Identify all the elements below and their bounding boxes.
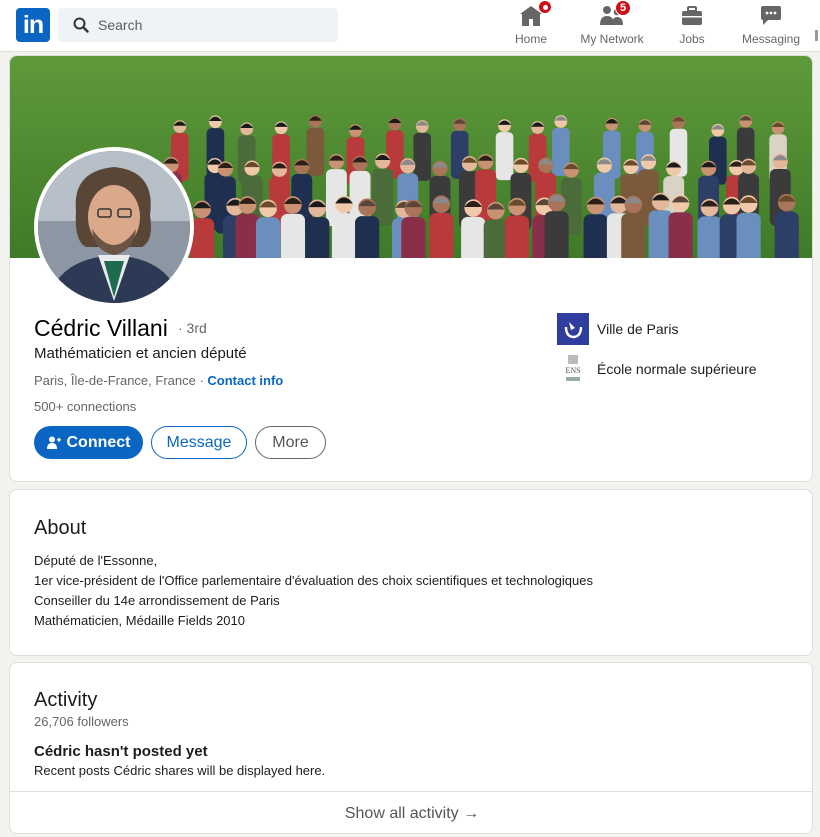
org-ens-name: École normale supérieure (597, 361, 757, 377)
no-posts-subtitle: Recent posts Cédric shares will be displ… (34, 763, 326, 778)
org-ville-de-paris[interactable]: Ville de Paris (557, 313, 678, 345)
briefcase-icon (679, 4, 705, 28)
followers-count: 26,706 followers (34, 714, 129, 729)
connect-label: Connect (66, 433, 131, 451)
nav-home-label: Home (514, 32, 547, 46)
activity-title: Activity (34, 689, 98, 711)
svg-text:ENS: ENS (565, 366, 580, 375)
search-input[interactable] (98, 17, 318, 33)
about-text: Député de l'Essonne, 1er vice-président … (34, 551, 593, 631)
profile-headline: Mathématicien et ancien député (34, 345, 247, 362)
nav-messaging-label: Messaging (741, 32, 801, 46)
location-separator: · (195, 373, 208, 388)
no-posts-title: Cédric hasn't posted yet (34, 743, 208, 760)
show-all-activity-button[interactable]: Show all activity → (10, 791, 812, 833)
profile-name: Cédric Villani (34, 315, 168, 341)
about-line: Mathématicien, Médaille Fields 2010 (34, 613, 245, 628)
about-line: Conseiller du 14e arrondissement de Pari… (34, 593, 280, 608)
about-card: About Député de l'Essonne, 1er vice-prés… (9, 489, 813, 656)
activity-card: Activity 26,706 followers Cédric hasn't … (9, 662, 813, 834)
about-title: About (34, 517, 87, 539)
profile-avatar[interactable] (34, 147, 194, 307)
nav-jobs[interactable]: Jobs (672, 4, 712, 48)
org-ville-de-paris-name: Ville de Paris (597, 321, 679, 337)
about-line: Député de l'Essonne, (34, 553, 158, 568)
more-button[interactable]: More (255, 426, 326, 459)
linkedin-logo[interactable]: in (16, 8, 50, 42)
connections-count: 500+ connections (34, 399, 137, 414)
nav-messaging[interactable]: Messaging (738, 4, 804, 48)
contact-info-link[interactable]: Contact info (207, 373, 283, 388)
profile-card: Cédric Villani · 3rd Mathématicien et an… (9, 55, 813, 482)
connect-button[interactable]: Connect (34, 426, 143, 459)
profile-location: Paris, Île-de-France, France (34, 373, 196, 388)
ens-logo: ENS (557, 353, 589, 385)
connection-degree: · 3rd (178, 320, 207, 336)
network-badge: 5 (615, 0, 631, 16)
nav-my-network[interactable]: 5 My Network (574, 0, 650, 48)
global-nav: in Home 5 My Network Jobs Messaging (0, 0, 820, 52)
org-ens[interactable]: ENS École normale supérieure (557, 353, 757, 385)
profile-location-row: Paris, Île-de-France, France · Contact i… (34, 373, 283, 388)
notification-dot (538, 0, 552, 14)
messaging-icon (758, 4, 784, 28)
search-box[interactable] (58, 8, 338, 42)
nav-my-network-label: My Network (580, 32, 644, 46)
nav-home[interactable]: Home (508, 0, 554, 48)
my-network-icon: 5 (599, 0, 631, 28)
about-line: 1er vice-président de l'Office parlement… (34, 573, 593, 588)
ville-de-paris-logo (557, 313, 589, 345)
home-icon (518, 0, 552, 28)
message-button[interactable]: Message (151, 426, 247, 459)
search-icon (72, 16, 90, 34)
add-person-icon (46, 436, 61, 450)
nav-jobs-label: Jobs (679, 32, 705, 46)
nav-overflow-indicator[interactable] (815, 30, 818, 41)
